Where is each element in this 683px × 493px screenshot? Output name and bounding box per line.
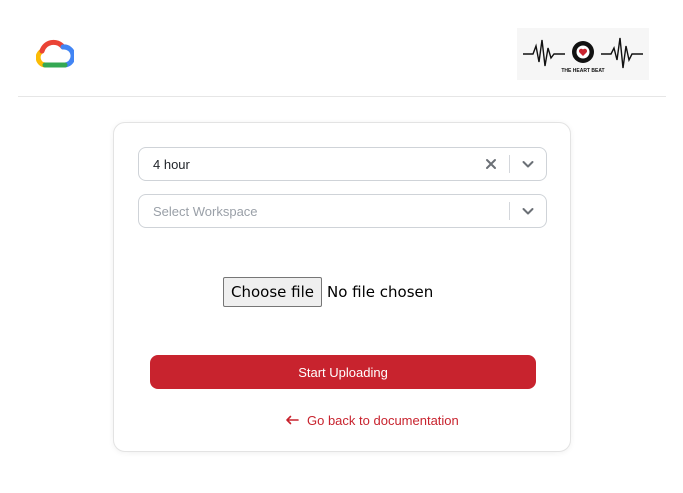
start-uploading-button[interactable]: Start Uploading	[150, 355, 536, 389]
header: THE HEART BEAT	[0, 0, 683, 97]
upload-card: 4 hour Select Workspace Choose file No f…	[113, 122, 571, 452]
google-cloud-icon	[35, 38, 76, 68]
workspace-select[interactable]: Select Workspace	[138, 194, 547, 228]
select-separator	[509, 202, 510, 220]
arrow-left-icon	[286, 415, 299, 425]
heartbeat-logo: THE HEART BEAT	[517, 28, 649, 80]
file-input[interactable]: Choose file No file chosen	[223, 277, 433, 307]
back-link-label: Go back to documentation	[307, 412, 459, 428]
duration-select-value: 4 hour	[153, 157, 190, 172]
select-separator	[509, 155, 510, 173]
chevron-down-icon[interactable]	[521, 157, 535, 171]
duration-select[interactable]: 4 hour	[138, 147, 547, 181]
upload-page: THE HEART BEAT 4 hour Select Workspace C…	[0, 0, 683, 493]
header-divider	[18, 96, 666, 97]
chevron-down-icon[interactable]	[521, 204, 535, 218]
workspace-select-placeholder: Select Workspace	[153, 204, 258, 219]
choose-file-button[interactable]: Choose file	[223, 277, 322, 307]
brand-logo-text: THE HEART BEAT	[561, 68, 604, 74]
close-icon[interactable]	[484, 157, 498, 171]
back-to-documentation-link[interactable]: Go back to documentation	[285, 411, 459, 429]
file-status-text: No file chosen	[327, 283, 434, 301]
